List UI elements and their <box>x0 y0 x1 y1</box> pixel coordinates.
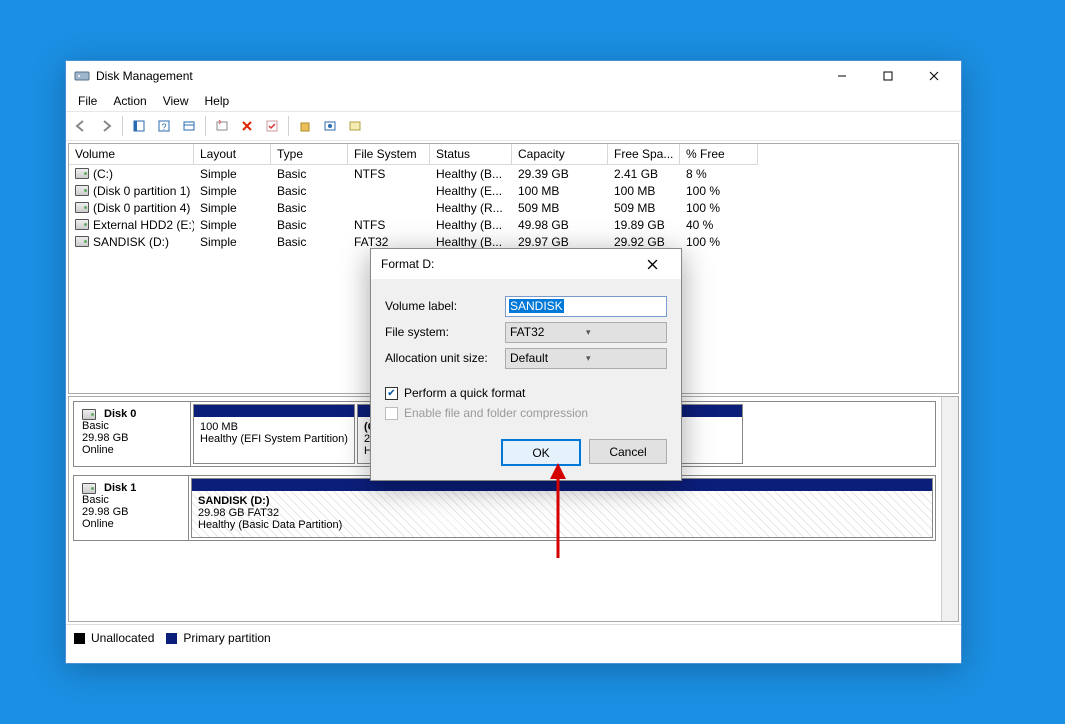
label-file-system: File system: <box>385 325 505 339</box>
label-allocation-unit: Allocation unit size: <box>385 351 505 365</box>
menu-view[interactable]: View <box>155 92 197 110</box>
dialog-titlebar[interactable]: Format D: <box>371 249 681 279</box>
col-free[interactable]: Free Spa... <box>608 144 680 165</box>
disk-info: Disk 1Basic29.98 GBOnline <box>74 476 189 540</box>
allocation-unit-combo[interactable]: Default ▾ <box>505 348 667 369</box>
table-row[interactable]: (C:)SimpleBasicNTFSHealthy (B...29.39 GB… <box>69 165 958 182</box>
legend: Unallocated Primary partition <box>66 624 961 651</box>
action3-icon[interactable] <box>344 115 366 137</box>
menu-action[interactable]: Action <box>105 92 154 110</box>
view-icon[interactable] <box>178 115 200 137</box>
check-icon[interactable] <box>261 115 283 137</box>
dialog-title: Format D: <box>381 257 633 271</box>
disk-row[interactable]: Disk 1Basic29.98 GBOnlineSANDISK (D:)29.… <box>73 475 936 541</box>
legend-primary: Primary partition <box>183 631 270 645</box>
col-layout[interactable]: Layout <box>194 144 271 165</box>
delete-icon[interactable] <box>236 115 258 137</box>
dialog-close-button[interactable] <box>633 249 671 279</box>
legend-unallocated: Unallocated <box>91 631 154 645</box>
format-dialog: Format D: Volume label: SANDISK File sys… <box>370 248 682 481</box>
table-row[interactable]: External HDD2 (E:)SimpleBasicNTFSHealthy… <box>69 216 958 233</box>
col-capacity[interactable]: Capacity <box>512 144 608 165</box>
titlebar[interactable]: Disk Management <box>66 61 961 91</box>
partition[interactable]: 100 MBHealthy (EFI System Partition) <box>193 404 355 464</box>
menu-help[interactable]: Help <box>197 92 238 110</box>
drive-icon <box>75 202 89 213</box>
help-icon[interactable]: ? <box>153 115 175 137</box>
app-icon <box>74 68 90 84</box>
action1-icon[interactable] <box>294 115 316 137</box>
drive-icon <box>75 236 89 247</box>
quick-format-checkbox[interactable]: ✔ Perform a quick format <box>385 383 667 403</box>
volume-label-input[interactable]: SANDISK <box>505 296 667 317</box>
legend-unallocated-swatch <box>74 633 85 644</box>
compression-checkbox: Enable file and folder compression <box>385 403 667 423</box>
chevron-down-icon: ▾ <box>586 353 662 364</box>
cancel-button[interactable]: Cancel <box>589 439 667 464</box>
maximize-button[interactable] <box>865 61 911 91</box>
table-row[interactable]: (Disk 0 partition 1)SimpleBasicHealthy (… <box>69 182 958 199</box>
annotation-arrow <box>546 463 570 563</box>
chevron-down-icon: ▾ <box>586 327 662 338</box>
drive-icon <box>75 168 89 179</box>
back-icon[interactable] <box>70 115 92 137</box>
close-button[interactable] <box>911 61 957 91</box>
drive-icon <box>75 185 89 196</box>
drive-icon <box>75 219 89 230</box>
table-row[interactable]: (Disk 0 partition 4)SimpleBasicHealthy (… <box>69 199 958 216</box>
col-pctfree[interactable]: % Free <box>680 144 758 165</box>
menu-file[interactable]: File <box>70 92 105 110</box>
show-hide-icon[interactable] <box>128 115 150 137</box>
forward-icon[interactable] <box>95 115 117 137</box>
column-headers[interactable]: Volume Layout Type File System Status Ca… <box>69 144 958 165</box>
refresh-icon[interactable] <box>211 115 233 137</box>
disk-info: Disk 0Basic29.98 GBOnline <box>74 402 191 466</box>
label-volume-label: Volume label: <box>385 299 505 313</box>
scrollbar[interactable] <box>941 397 959 621</box>
minimize-button[interactable] <box>819 61 865 91</box>
window-title: Disk Management <box>96 69 819 83</box>
action2-icon[interactable] <box>319 115 341 137</box>
legend-primary-swatch <box>166 633 177 644</box>
col-type[interactable]: Type <box>271 144 348 165</box>
col-filesystem[interactable]: File System <box>348 144 430 165</box>
col-status[interactable]: Status <box>430 144 512 165</box>
svg-text:?: ? <box>161 122 166 132</box>
file-system-combo[interactable]: FAT32 ▾ <box>505 322 667 343</box>
col-volume[interactable]: Volume <box>69 144 194 165</box>
ok-button[interactable]: OK <box>501 439 581 466</box>
menubar: File Action View Help <box>66 91 961 111</box>
toolbar: ? <box>66 111 961 141</box>
